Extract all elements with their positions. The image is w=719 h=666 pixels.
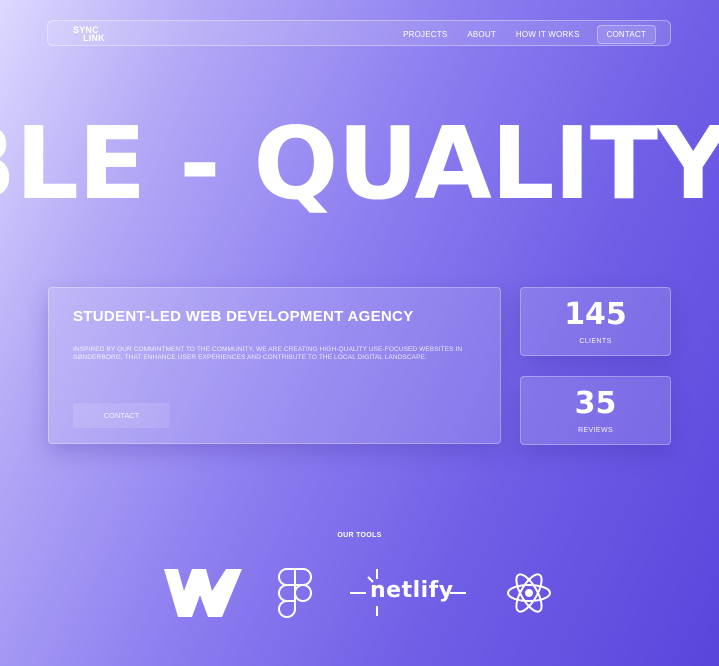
card-title: STUDENT-LED WEB DEVELOPMENT AGENCY xyxy=(73,308,414,325)
contact-button[interactable]: CONTACT xyxy=(73,403,170,428)
marquee-text: BLE - QUALITY - xyxy=(0,105,719,222)
react-icon xyxy=(506,571,552,615)
hero-card: STUDENT-LED WEB DEVELOPMENT AGENCY INSPI… xyxy=(48,287,501,444)
stat-card-reviews: 35 REVIEWS xyxy=(520,376,671,445)
brand-logo[interactable]: SYNC LINK xyxy=(73,26,105,43)
netlify-icon: netlify xyxy=(348,568,468,618)
hero-marquee: BLE - QUALITY - xyxy=(0,105,719,225)
webflow-icon xyxy=(164,569,242,617)
nav-link-projects[interactable]: PROJECTS xyxy=(394,26,456,43)
nav-links: PROJECTS ABOUT HOW IT WORKS CONTACT xyxy=(392,25,656,44)
figma-icon xyxy=(278,568,312,618)
stat-label: REVIEWS xyxy=(577,427,614,434)
stat-label: CLIENTS xyxy=(579,338,612,345)
nav-link-how-it-works[interactable]: HOW IT WORKS xyxy=(507,26,589,43)
stat-value: 145 xyxy=(564,297,627,332)
tools-title: OUR TOOLS xyxy=(337,532,382,539)
nav-link-about[interactable]: ABOUT xyxy=(458,26,505,43)
card-description: INSPIRED BY OUR COMMINTMENT TO THE COMMU… xyxy=(73,346,463,361)
stat-card-clients: 145 CLIENTS xyxy=(520,287,671,356)
netlify-wordmark: netlify xyxy=(370,578,454,603)
logo-line-2: LINK xyxy=(83,33,105,43)
stat-value: 35 xyxy=(574,386,617,421)
navbar: SYNC LINK PROJECTS ABOUT HOW IT WORKS CO… xyxy=(47,20,671,46)
nav-contact-button[interactable]: CONTACT xyxy=(596,25,656,44)
